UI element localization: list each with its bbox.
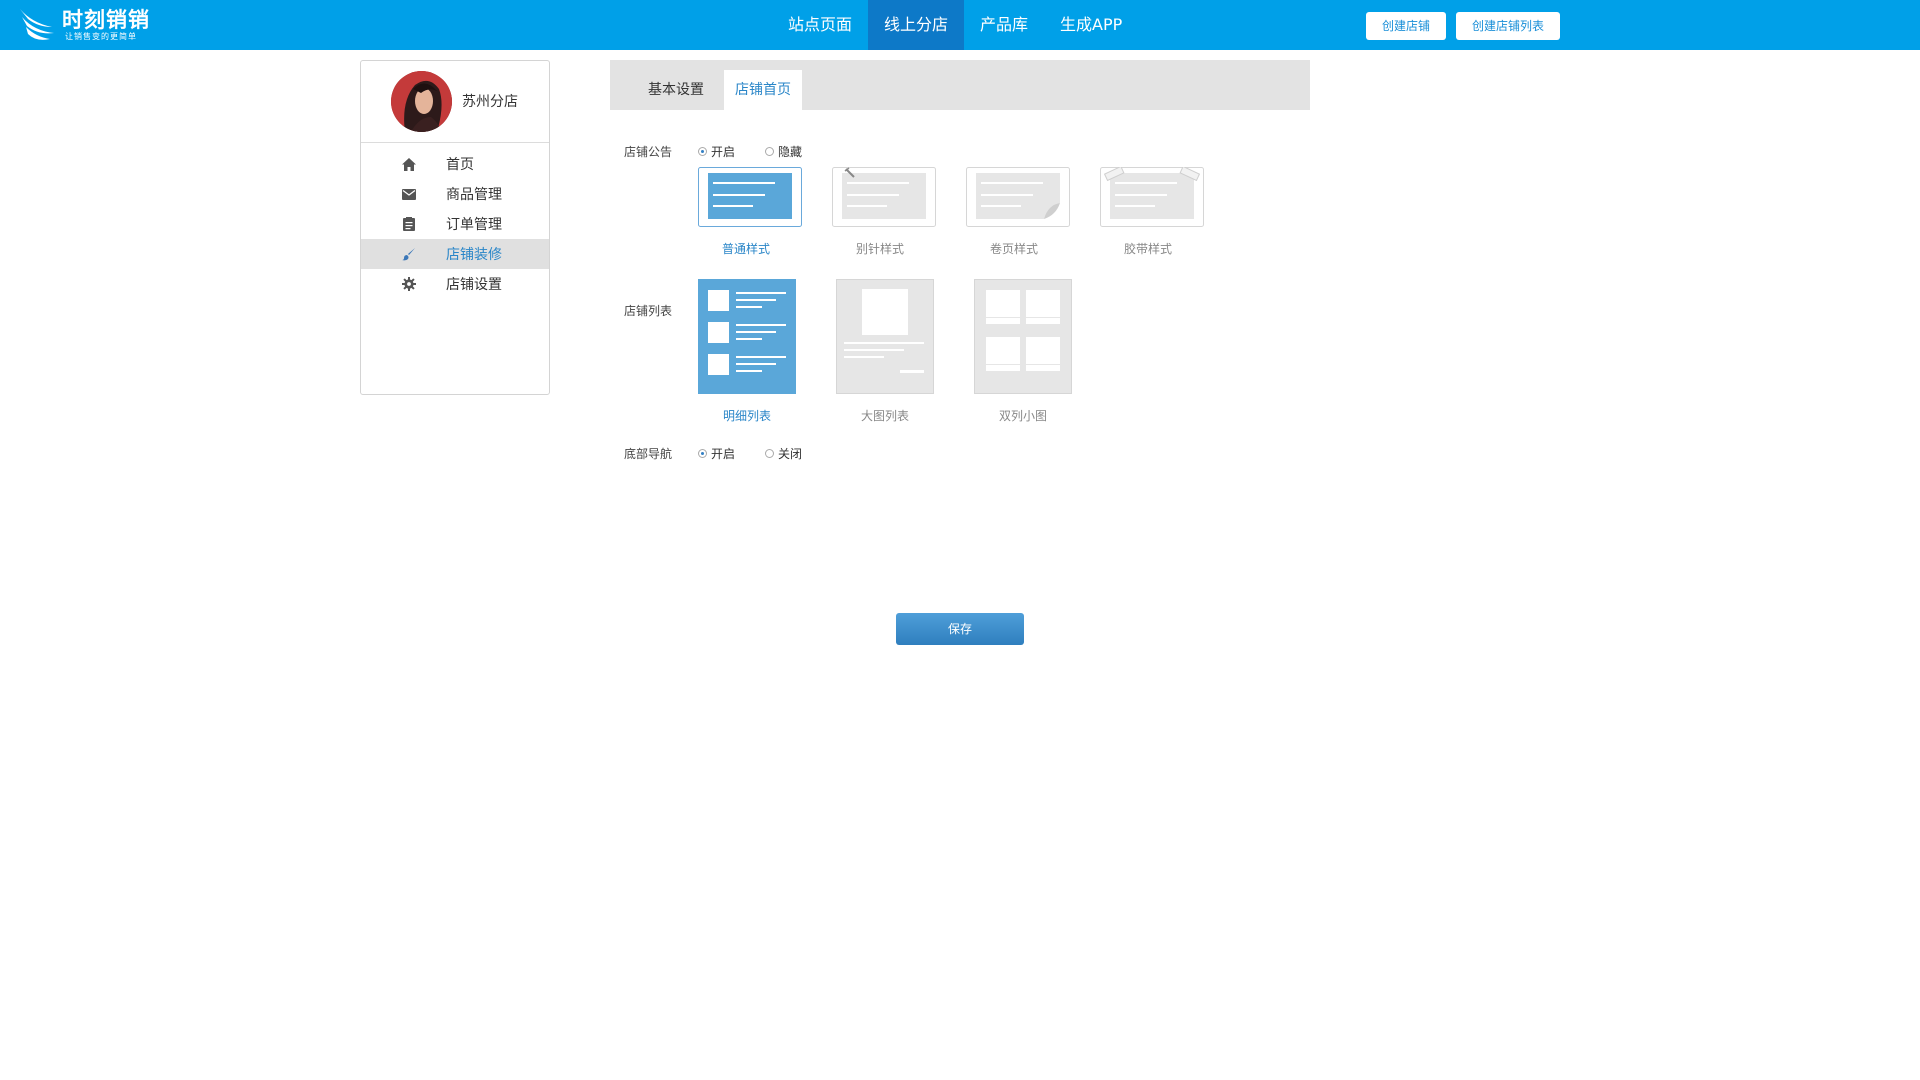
announcement-on-radio[interactable]: 开启 <box>698 143 735 160</box>
style-tape-label: 胶带样式 <box>1123 242 1172 256</box>
nav-product-library[interactable]: 产品库 <box>964 0 1044 50</box>
radio-unchecked-icon <box>765 449 774 458</box>
layout-big-image-label: 大图列表 <box>860 409 909 423</box>
store-profile: 苏州分店 <box>361 61 549 143</box>
brand-text: 时刻销销 让销售变的更简单 <box>62 8 150 42</box>
portrait-image <box>391 71 452 132</box>
home-icon <box>401 156 417 172</box>
style-curl-card[interactable] <box>966 167 1070 227</box>
style-curl-label: 卷页样式 <box>989 242 1038 256</box>
store-name: 苏州分店 <box>462 94 518 110</box>
settings-tabs: 基本设置 店铺首页 <box>610 60 1310 110</box>
nav-online-branch[interactable]: 线上分店 <box>868 0 965 50</box>
layout-big-image-card[interactable] <box>836 279 934 394</box>
radio-checked-icon <box>698 147 707 156</box>
save-button[interactable]: 保存 <box>896 613 1024 645</box>
normal-style-preview <box>698 167 802 227</box>
announcement-label: 店铺公告 <box>624 145 673 159</box>
sidebar-item-products[interactable]: 商品管理 <box>361 179 549 209</box>
sidebar-item-settings[interactable]: 店铺设置 <box>361 269 549 299</box>
big-image-list-preview <box>836 279 934 394</box>
layout-two-column-label: 双列小图 <box>998 409 1047 423</box>
style-pin-card[interactable] <box>832 167 936 227</box>
sidebar: 苏州分店 首页 商品管理 订单管理 店铺装修 店铺设置 <box>360 60 550 395</box>
store-list-label: 店铺列表 <box>624 304 673 318</box>
announcement-hide-radio[interactable]: 隐藏 <box>765 143 802 160</box>
top-bar: 时刻销销 让销售变的更简单 站点页面 线上分店 产品库 生成APP 创建店铺 创… <box>0 0 1920 50</box>
radio-label: 开启 <box>711 145 736 159</box>
tab-store-home[interactable]: 店铺首页 <box>724 70 802 110</box>
detail-list-preview <box>698 279 796 394</box>
sidebar-menu: 首页 商品管理 订单管理 店铺装修 店铺设置 <box>361 149 549 299</box>
radio-label: 开启 <box>711 447 736 461</box>
sidebar-item-decoration[interactable]: 店铺装修 <box>361 239 549 269</box>
create-store-list-button[interactable]: 创建店铺列表 <box>1456 12 1560 40</box>
gear-icon <box>401 276 417 292</box>
style-pin-label: 别针样式 <box>855 242 904 256</box>
layout-detail-list-label: 明细列表 <box>722 409 771 423</box>
two-column-preview <box>974 279 1072 394</box>
sidebar-item-label: 店铺装修 <box>446 247 502 263</box>
layout-two-column-card[interactable] <box>974 279 1072 394</box>
envelope-icon <box>401 186 417 202</box>
style-tape-card[interactable] <box>1100 165 1204 227</box>
pin-style-preview <box>832 167 936 227</box>
brand-name: 时刻销销 <box>62 8 150 32</box>
bottom-nav-on-radio[interactable]: 开启 <box>698 445 735 462</box>
wing-logo-icon <box>20 9 54 40</box>
tape-style-preview <box>1100 165 1204 227</box>
layout-detail-list-card[interactable] <box>698 279 796 394</box>
nav-site-pages[interactable]: 站点页面 <box>772 0 868 50</box>
sidebar-item-label: 店铺设置 <box>446 277 502 293</box>
brush-icon <box>401 246 417 262</box>
radio-label: 关闭 <box>778 447 803 461</box>
curl-style-preview <box>966 167 1070 227</box>
nav-generate-app[interactable]: 生成APP <box>1044 0 1138 50</box>
avatar[interactable] <box>391 71 452 132</box>
tab-basic-settings[interactable]: 基本设置 <box>624 70 728 110</box>
clipboard-icon <box>401 216 417 232</box>
bottom-nav-label: 底部导航 <box>624 447 673 461</box>
brand-logo[interactable]: 时刻销销 让销售变的更简单 <box>18 5 150 45</box>
bottom-nav-off-radio[interactable]: 关闭 <box>765 445 802 462</box>
radio-label: 隐藏 <box>778 145 803 159</box>
sidebar-item-label: 首页 <box>446 157 474 173</box>
main-nav: 站点页面 线上分店 产品库 生成APP <box>772 0 1138 50</box>
radio-unchecked-icon <box>765 147 774 156</box>
create-store-button[interactable]: 创建店铺 <box>1366 12 1446 40</box>
brand-slogan: 让销售变的更简单 <box>65 32 137 41</box>
sidebar-item-home[interactable]: 首页 <box>361 149 549 179</box>
style-normal-card[interactable] <box>698 167 802 227</box>
sidebar-item-orders[interactable]: 订单管理 <box>361 209 549 239</box>
radio-checked-icon <box>698 449 707 458</box>
sidebar-item-label: 商品管理 <box>446 187 502 203</box>
sidebar-item-label: 订单管理 <box>446 217 502 233</box>
style-normal-label: 普通样式 <box>721 242 770 256</box>
